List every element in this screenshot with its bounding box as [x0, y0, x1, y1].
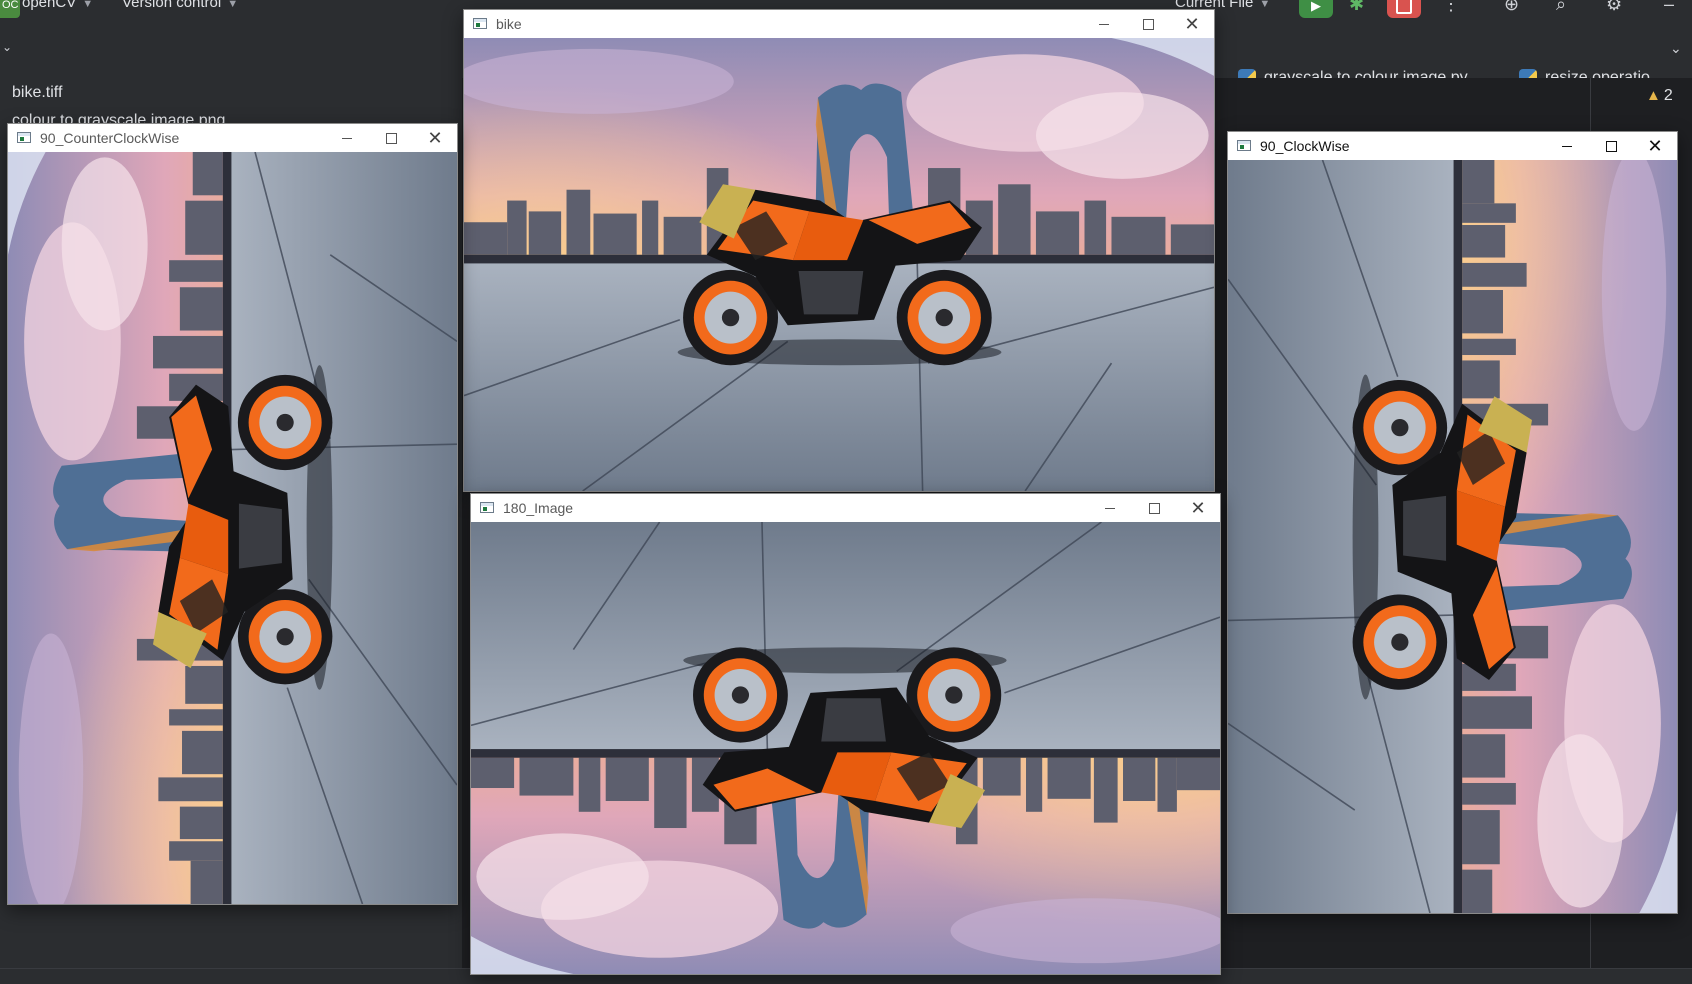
- warning-icon: ▲: [1646, 87, 1661, 104]
- window-app-icon: [1237, 140, 1251, 151]
- bike-image-rotated-cw: [1228, 160, 1677, 913]
- project-badge[interactable]: OC: [0, 0, 20, 18]
- stop-icon: [1396, 0, 1412, 14]
- bike-image: [464, 38, 1214, 491]
- chevron-down-icon: ▼: [227, 0, 239, 10]
- minimize-button[interactable]: [1545, 132, 1589, 160]
- window-title: 90_CounterClockWise: [40, 130, 180, 146]
- image-display: [464, 38, 1214, 491]
- chevron-down-icon: ▼: [82, 0, 94, 10]
- window-title-bar[interactable]: bike ✕: [464, 10, 1214, 38]
- maximize-button[interactable]: [1132, 494, 1176, 522]
- window-app-icon: [480, 502, 494, 513]
- chevron-down-icon[interactable]: ⌄: [2, 40, 12, 54]
- close-button[interactable]: ✕: [1170, 10, 1214, 38]
- close-button[interactable]: ✕: [1633, 132, 1677, 160]
- window-title-bar[interactable]: 90_CounterClockWise ✕: [8, 124, 457, 152]
- minimize-button[interactable]: [325, 124, 369, 152]
- window-90-counterclockwise[interactable]: 90_CounterClockWise ✕: [7, 123, 458, 905]
- search-icon[interactable]: ⌕: [1556, 0, 1566, 15]
- window-90-clockwise[interactable]: 90_ClockWise ✕: [1227, 131, 1678, 914]
- vcs-label: Version control: [122, 0, 222, 11]
- window-bike[interactable]: bike ✕: [463, 9, 1215, 492]
- maximize-button[interactable]: [1589, 132, 1633, 160]
- window-app-icon: [17, 132, 31, 143]
- project-file-item[interactable]: bike.tiff: [12, 84, 62, 102]
- minimize-ide-icon[interactable]: –: [1664, 0, 1674, 15]
- stop-button[interactable]: [1387, 0, 1421, 18]
- project-name: openCV: [22, 0, 77, 11]
- window-title-bar[interactable]: 90_ClockWise ✕: [1228, 132, 1677, 160]
- run-button[interactable]: ▶: [1299, 0, 1333, 18]
- bike-image-rotated-180: [471, 522, 1220, 974]
- minimize-button[interactable]: [1088, 494, 1132, 522]
- close-button[interactable]: ✕: [1176, 494, 1220, 522]
- bike-image-rotated-ccw: [8, 152, 457, 904]
- settings-icon[interactable]: ⚙: [1606, 0, 1622, 15]
- window-app-icon: [473, 18, 487, 29]
- image-display: [471, 522, 1220, 974]
- window-title: 180_Image: [503, 500, 574, 516]
- add-user-icon[interactable]: ⊕: [1504, 0, 1519, 15]
- file-label: bike.tiff: [12, 84, 63, 101]
- warnings-count: 2: [1663, 87, 1673, 104]
- image-display: [8, 152, 457, 904]
- window-180-image[interactable]: 180_Image ✕: [470, 493, 1221, 975]
- chevron-down-icon: ▼: [1259, 0, 1271, 10]
- debug-icon[interactable]: ✱: [1349, 0, 1364, 15]
- inspection-warnings[interactable]: ▲ 2: [1646, 87, 1673, 105]
- window-title-bar[interactable]: 180_Image ✕: [471, 494, 1220, 522]
- project-selector[interactable]: openCV ▼: [22, 0, 93, 11]
- more-actions-icon[interactable]: ⋮: [1442, 0, 1460, 15]
- tab-list-chevron-icon[interactable]: ⌄: [1670, 40, 1682, 57]
- window-title: 90_ClockWise: [1260, 138, 1350, 154]
- window-title: bike: [496, 16, 522, 32]
- maximize-button[interactable]: [1126, 10, 1170, 38]
- close-button[interactable]: ✕: [413, 124, 457, 152]
- image-display: [1228, 160, 1677, 913]
- vcs-selector[interactable]: Version control ▼: [122, 0, 238, 11]
- play-icon: ▶: [1311, 0, 1321, 13]
- minimize-button[interactable]: [1082, 10, 1126, 38]
- maximize-button[interactable]: [369, 124, 413, 152]
